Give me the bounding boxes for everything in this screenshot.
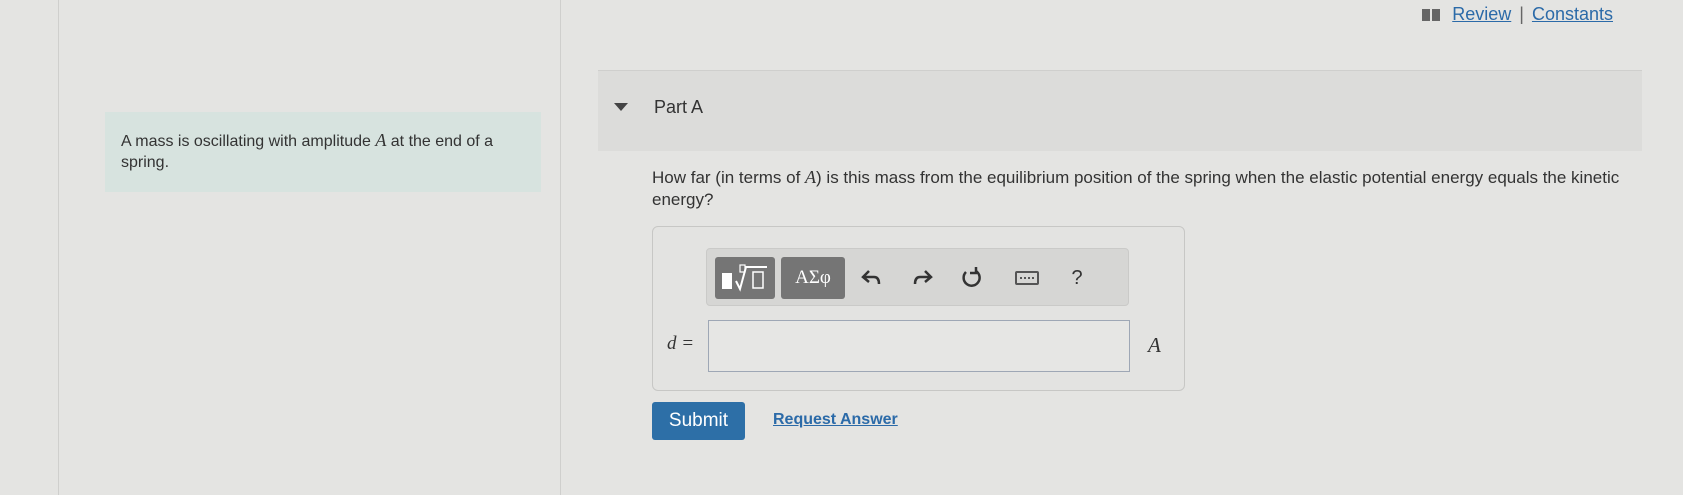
templates-button[interactable] [715,257,775,299]
template-sqrt-icon [722,264,767,292]
amplitude-variable: A [375,130,387,150]
math-toolbar: ΑΣφ ? [706,248,1129,306]
collapse-caret-icon[interactable] [614,103,628,111]
keyboard-button[interactable] [1007,261,1047,295]
undo-icon [861,270,881,285]
constants-link[interactable]: Constants [1532,4,1613,25]
answer-unit: A [1148,333,1161,357]
greek-symbols-button[interactable]: ΑΣφ [781,257,845,299]
top-links: Review | Constants [1422,4,1613,25]
undo-button[interactable] [852,261,892,295]
frame-divider-left [58,0,59,495]
book-icon [1422,8,1441,21]
question-text: How far (in terms of A) is this mass fro… [652,167,1620,209]
review-link[interactable]: Review [1452,4,1511,25]
reset-icon [962,267,981,287]
help-button[interactable]: ? [1057,261,1097,295]
request-answer-link[interactable]: Request Answer [773,411,898,429]
keyboard-icon [1015,271,1039,285]
problem-statement: A mass is oscillating with amplitude A a… [105,112,541,192]
reset-button[interactable] [952,261,992,295]
part-title: Part A [654,97,704,117]
link-separator: | [1519,4,1524,24]
answer-label: d = [667,333,695,354]
redo-icon [913,270,933,285]
redo-button[interactable] [902,261,942,295]
frame-divider-middle [560,0,561,495]
part-header[interactable]: Part A [598,70,1642,151]
answer-input[interactable] [708,320,1130,372]
answer-box: ΑΣφ ? d = A [652,226,1185,391]
question-variable: A [805,167,817,187]
submit-button[interactable]: Submit [652,402,745,440]
